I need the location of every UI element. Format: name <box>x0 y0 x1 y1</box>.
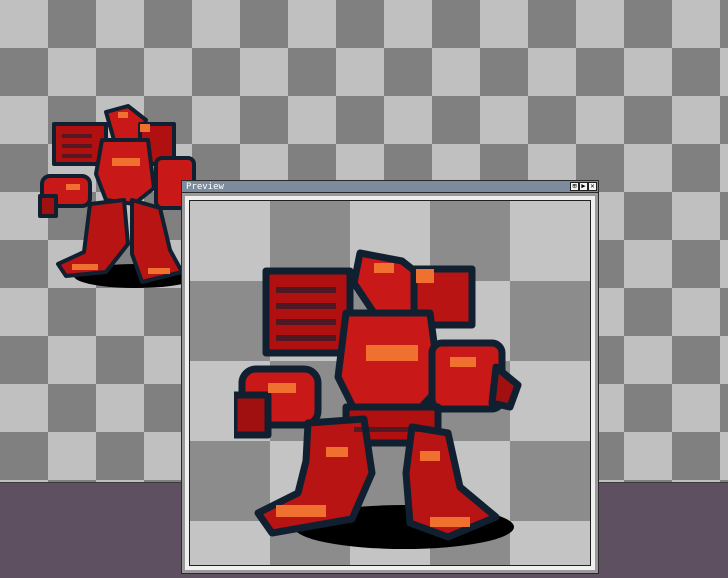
zoom-icon[interactable]: ⊞ <box>570 182 579 191</box>
preview-title: Preview <box>186 182 224 192</box>
preview-window[interactable]: Preview ⊞ ▶ ✕ <box>181 180 599 574</box>
preview-frame <box>185 196 595 570</box>
play-icon[interactable]: ▶ <box>579 182 588 191</box>
preview-titlebar[interactable]: Preview ⊞ ▶ ✕ <box>182 181 598 193</box>
preview-viewport[interactable] <box>189 200 591 566</box>
close-icon[interactable]: ✕ <box>588 182 597 191</box>
robot-sprite-large <box>234 249 522 549</box>
